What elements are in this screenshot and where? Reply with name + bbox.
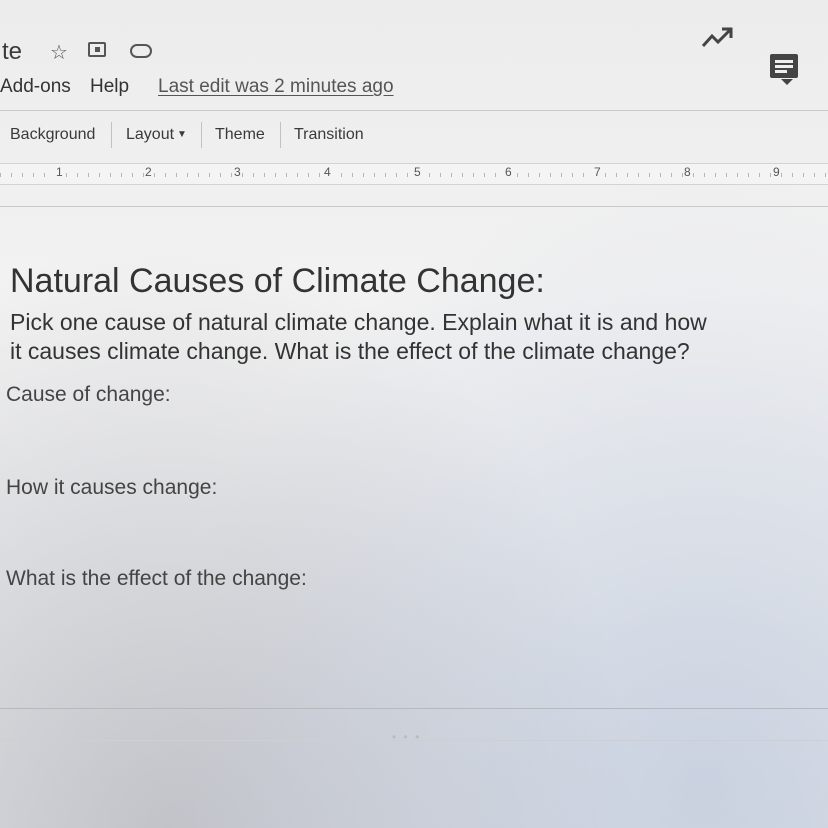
ruler-number: 9 — [772, 165, 781, 179]
ruler[interactable]: 1 2 3 4 5 6 7 8 9 — [0, 163, 828, 185]
theme-button[interactable]: Theme — [215, 126, 265, 144]
transition-button[interactable]: Transition — [294, 126, 364, 144]
toolbar-separator — [111, 122, 112, 148]
toolbar-separator — [201, 122, 202, 148]
ruler-number: 5 — [413, 165, 422, 179]
activity-trend-icon[interactable] — [700, 22, 736, 52]
menu-divider — [0, 110, 828, 111]
menu-add-ons[interactable]: Add-ons — [0, 76, 71, 98]
speaker-notes-edge — [0, 740, 828, 741]
instructions-line: Pick one cause of natural climate change… — [10, 309, 707, 335]
how-it-causes-change-prompt[interactable]: How it causes change: — [6, 476, 217, 500]
cause-of-change-prompt[interactable]: Cause of change: — [6, 383, 171, 407]
move-to-folder-icon[interactable]: f — [88, 42, 106, 57]
toolbar-separator — [280, 122, 281, 148]
ruler-number: 1 — [55, 165, 64, 179]
last-edit-link[interactable]: Last edit was 2 minutes ago — [158, 76, 394, 98]
cloud-status-icon[interactable]: c — [130, 44, 152, 58]
slide-canvas[interactable]: Natural Causes of Climate Change: Pick o… — [0, 204, 828, 709]
drag-handle-icon[interactable]: • • • — [392, 730, 421, 744]
ruler-number: 3 — [233, 165, 242, 179]
star-icon[interactable]: ☆ — [50, 40, 68, 65]
ruler-number: 6 — [504, 165, 513, 179]
toolbar: Background Layout ▼ Theme Transition — [0, 118, 828, 152]
effect-of-change-prompt[interactable]: What is the effect of the change: — [6, 567, 307, 591]
speaker-notes-divider — [0, 708, 828, 709]
slides-editor: te ☆ f c Add-ons Help Last edit was 2 mi… — [0, 0, 828, 828]
ruler-number: 8 — [683, 165, 692, 179]
background-button[interactable]: Background — [10, 126, 95, 144]
instructions-line: it causes climate change. What is the ef… — [10, 338, 690, 364]
layout-label: Layout — [126, 126, 175, 143]
slide-heading[interactable]: Natural Causes of Climate Change: — [10, 262, 545, 301]
ruler-number: 4 — [323, 165, 332, 179]
document-title[interactable]: te — [2, 38, 22, 66]
caret-down-icon: ▼ — [177, 129, 187, 140]
ruler-number: 2 — [144, 165, 153, 179]
menu-help[interactable]: Help — [90, 76, 129, 98]
slide-instructions[interactable]: Pick one cause of natural climate change… — [10, 308, 825, 366]
menu-bar: Add-ons Help Last edit was 2 minutes ago — [0, 74, 828, 102]
ruler-number: 7 — [593, 165, 602, 179]
layout-button[interactable]: Layout ▼ — [126, 126, 187, 144]
